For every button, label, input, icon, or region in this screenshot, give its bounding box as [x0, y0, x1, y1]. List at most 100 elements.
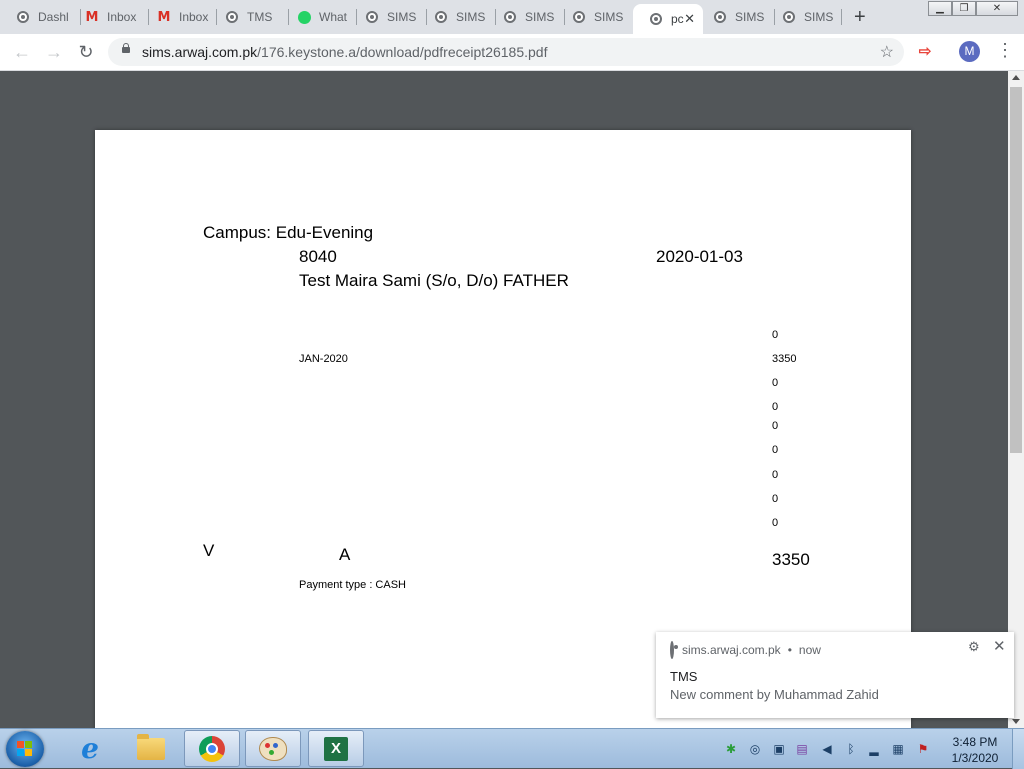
chrome-favicon-icon: [16, 10, 30, 24]
address-bar[interactable]: sims.arwaj.com.pk/176.keystone.a/downloa…: [108, 38, 904, 66]
tab-sims-3[interactable]: SIMS: [487, 6, 565, 28]
reload-button[interactable]: ↻: [76, 42, 96, 62]
chrome-favicon-icon: [713, 10, 727, 24]
folder-icon: [137, 733, 165, 760]
notification-close-icon[interactable]: ✕: [993, 637, 1006, 655]
minimize-button[interactable]: ▁: [928, 1, 952, 16]
windows-taskbar: e X ✱ ◎ ▣ ▤ ◀ ᛒ ▂ ▦ ⚑ 3:48 PM 1/3/2020: [0, 728, 1024, 769]
vertical-scrollbar[interactable]: [1008, 71, 1024, 728]
tab-sims-2[interactable]: SIMS: [418, 6, 496, 28]
tab-label: SIMS: [456, 10, 486, 24]
amount-line: 3350: [772, 353, 797, 365]
tab-label: SIMS: [804, 10, 834, 24]
taskbar-clock[interactable]: 3:48 PM 1/3/2020: [946, 734, 1004, 766]
tab-label: What: [319, 10, 348, 24]
network-icon[interactable]: ▦: [891, 742, 905, 756]
back-button[interactable]: ←: [12, 42, 32, 62]
profile-avatar[interactable]: M: [959, 41, 980, 62]
chrome-favicon-icon: [365, 10, 379, 24]
chrome-favicon-icon: [503, 10, 517, 24]
scrollbar-thumb[interactable]: [1010, 87, 1022, 453]
notification-title: TMS: [670, 669, 698, 684]
tab-whatsapp[interactable]: What: [281, 6, 357, 28]
receipt-number: 8040: [299, 247, 337, 266]
clock-date: 1/3/2020: [951, 751, 999, 765]
notification-time: now: [798, 643, 821, 657]
taskbar-paint[interactable]: [245, 730, 301, 767]
tab-label: SIMS: [387, 10, 417, 24]
start-button[interactable]: [6, 731, 44, 767]
maximize-button[interactable]: ❐: [952, 1, 976, 16]
volume-icon[interactable]: ◀: [820, 742, 834, 756]
action-center-flag-icon[interactable]: ⚑: [916, 742, 930, 756]
show-desktop-button[interactable]: [1012, 729, 1024, 769]
chrome-favicon-icon: [670, 641, 674, 659]
total-amount: 3350: [772, 550, 810, 569]
tab-label: SIMS: [735, 10, 765, 24]
amount-line: 0: [772, 469, 779, 481]
paint-palette-icon: [259, 736, 287, 761]
amount-line: 0: [772, 329, 779, 341]
amount-line: 0: [772, 377, 779, 389]
clock-time: 3:48 PM: [952, 735, 998, 749]
chrome-tray-icon[interactable]: ◎: [748, 742, 762, 756]
gmail-icon: M: [85, 9, 99, 25]
tab-label: Dashl: [38, 10, 69, 24]
gmail-icon: M: [157, 9, 171, 25]
chrome-notification[interactable]: sims.arwaj.com.pk • now ⚙ ✕ TMS New comm…: [656, 632, 1014, 718]
notification-host: sims.arwaj.com.pk: [682, 643, 781, 657]
student-name: Test Maira Sami (S/o, D/o) FATHER: [299, 271, 569, 290]
chrome-favicon-icon: [434, 10, 448, 24]
amount-line: 0: [772, 401, 779, 413]
chrome-menu-icon[interactable]: ⋮: [996, 40, 1014, 61]
excel-icon: X: [324, 736, 348, 761]
app-tray-icon[interactable]: ▣: [772, 742, 786, 756]
onenote-tray-icon[interactable]: ▤: [795, 742, 809, 756]
mark-a: A: [339, 545, 351, 564]
tab-label: pc: [671, 12, 684, 26]
internet-explorer-icon: e: [81, 732, 99, 765]
tab-label: SIMS: [594, 10, 624, 24]
mark-v: V: [203, 541, 215, 560]
new-tab-button[interactable]: +: [854, 7, 866, 27]
close-window-button[interactable]: ✕: [976, 1, 1018, 16]
extension-icon[interactable]: ⇨: [916, 42, 934, 60]
notification-settings-icon[interactable]: ⚙: [968, 639, 980, 655]
campus-label: Campus: Edu-Evening: [203, 223, 374, 242]
scroll-down-icon[interactable]: [1012, 719, 1020, 724]
notification-source: sims.arwaj.com.pk • now: [670, 641, 821, 659]
taskbar-internet-explorer[interactable]: e: [62, 730, 118, 767]
taskbar-chrome[interactable]: [184, 730, 240, 767]
forward-button[interactable]: →: [44, 42, 64, 62]
tab-label: Inbox: [179, 10, 209, 24]
tab-tms[interactable]: TMS: [209, 6, 289, 28]
tab-sims-1[interactable]: SIMS: [349, 6, 427, 28]
url-text[interactable]: sims.arwaj.com.pk/176.keystone.a/downloa…: [142, 44, 547, 60]
tab-label: SIMS: [525, 10, 555, 24]
chrome-icon: [199, 735, 225, 762]
tab-sims-6[interactable]: SIMS: [766, 6, 842, 28]
lock-icon: [122, 43, 130, 53]
tab-inbox-2[interactable]: M Inbox: [141, 6, 217, 28]
signal-strength-icon[interactable]: ▂: [867, 742, 881, 756]
tab-pdf-active[interactable]: pc ✕: [633, 4, 703, 34]
chrome-favicon-icon: [225, 10, 239, 24]
bookmark-star-icon[interactable]: ☆: [880, 42, 894, 62]
bluetooth-icon[interactable]: ᛒ: [844, 742, 858, 756]
notification-separator: •: [787, 643, 792, 657]
taskbar-file-explorer[interactable]: [123, 730, 179, 767]
notification-body: New comment by Muhammad Zahid: [670, 687, 879, 702]
tab-inbox-1[interactable]: M Inbox: [69, 6, 149, 28]
tab-label: TMS: [247, 10, 273, 24]
url-host: sims.arwaj.com.pk: [142, 44, 258, 60]
amount-line: 0: [772, 420, 779, 432]
scroll-up-icon[interactable]: [1012, 75, 1020, 80]
tab-close-icon[interactable]: ✕: [684, 11, 695, 27]
chrome-favicon-icon: [572, 10, 586, 24]
taskbar-excel[interactable]: X: [308, 730, 364, 767]
payment-type: Payment type : CASH: [299, 579, 406, 591]
tab-label: Inbox: [107, 10, 137, 24]
sync-icon[interactable]: ✱: [724, 742, 738, 756]
tab-sims-4[interactable]: SIMS: [556, 6, 634, 28]
tab-sims-5[interactable]: SIMS: [697, 6, 775, 28]
